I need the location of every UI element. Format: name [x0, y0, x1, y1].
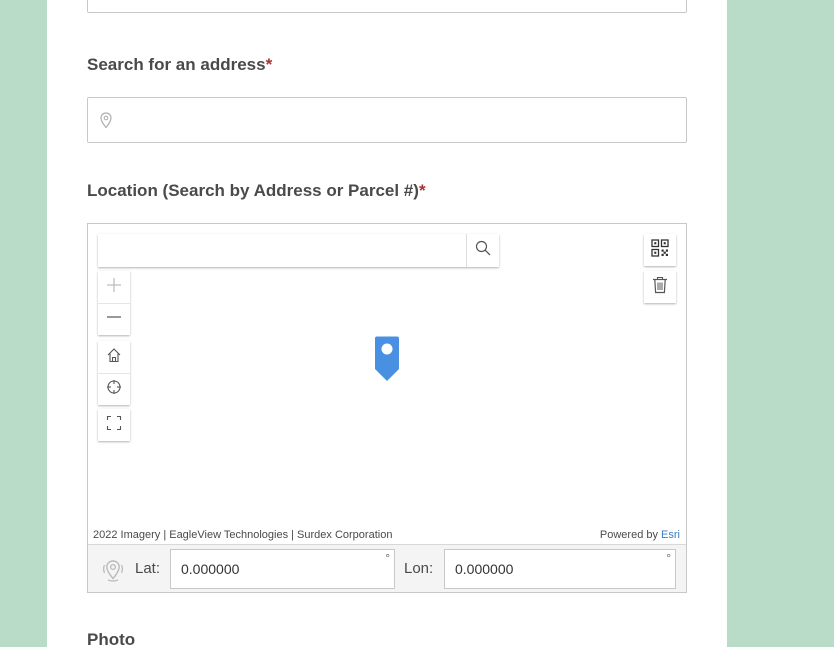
plus-icon: [106, 277, 122, 298]
map-canvas[interactable]: 2022 Imagery | EagleView Technologies | …: [88, 224, 686, 544]
required-asterisk: *: [418, 181, 426, 200]
fullscreen-button[interactable]: [98, 409, 130, 441]
lon-input[interactable]: [445, 550, 675, 588]
coordinates-bar: Lat: ° Lon: °: [88, 544, 686, 592]
form-panel: Search for an address* Location (Search …: [47, 0, 727, 647]
powered-by: Powered by Esri: [600, 529, 680, 541]
map-search-bar: [98, 234, 499, 267]
address-label: Search for an address*: [87, 55, 272, 75]
qr-code-icon: [651, 238, 669, 262]
search-icon: [475, 240, 491, 261]
map-search-input[interactable]: [98, 234, 466, 267]
zoom-out-button[interactable]: [98, 303, 130, 335]
navigation-controls: [98, 341, 130, 405]
zoom-in-button[interactable]: [98, 271, 130, 303]
zoom-controls: [98, 271, 130, 335]
photo-label: Photo: [87, 630, 136, 647]
lat-input[interactable]: [171, 550, 394, 588]
lon-label: Lon:: [404, 560, 434, 577]
attribution-text: 2022 Imagery | EagleView Technologies | …: [93, 529, 393, 541]
qr-code-button[interactable]: [644, 234, 676, 266]
powered-by-text: Powered by: [599, 529, 658, 541]
lat-label: Lat:: [135, 560, 161, 577]
minus-icon: [106, 309, 122, 330]
location-label: Location (Search by Address or Parcel #)…: [87, 181, 426, 201]
lat-field[interactable]: °: [170, 549, 395, 589]
home-button[interactable]: [98, 341, 130, 373]
crosshair-icon: [106, 379, 122, 400]
home-icon: [106, 347, 122, 368]
locate-button[interactable]: [98, 373, 130, 405]
map-search-button[interactable]: [466, 234, 499, 267]
address-label-text: Search for an address: [87, 55, 266, 74]
esri-link[interactable]: Esri: [661, 529, 680, 541]
delete-button[interactable]: [644, 271, 676, 303]
gps-location-icon[interactable]: [100, 557, 126, 588]
location-pin-icon: [100, 112, 112, 134]
map-pin-icon: [374, 336, 400, 386]
fullscreen-icon: [106, 415, 122, 436]
lon-field[interactable]: °: [444, 549, 676, 589]
fullscreen-control: [98, 409, 130, 441]
trash-icon: [652, 276, 668, 299]
map-widget: 2022 Imagery | EagleView Technologies | …: [87, 223, 687, 593]
location-label-text: Location (Search by Address or Parcel #): [87, 181, 419, 200]
address-input[interactable]: [122, 106, 672, 134]
lon-degree-symbol: °: [666, 551, 671, 565]
address-search-field[interactable]: [87, 97, 687, 143]
map-marker[interactable]: [374, 334, 400, 387]
required-asterisk: *: [265, 55, 273, 74]
previous-input-field[interactable]: [87, 0, 687, 13]
lat-degree-symbol: °: [385, 551, 390, 565]
map-attribution: 2022 Imagery | EagleView Technologies | …: [88, 526, 686, 544]
